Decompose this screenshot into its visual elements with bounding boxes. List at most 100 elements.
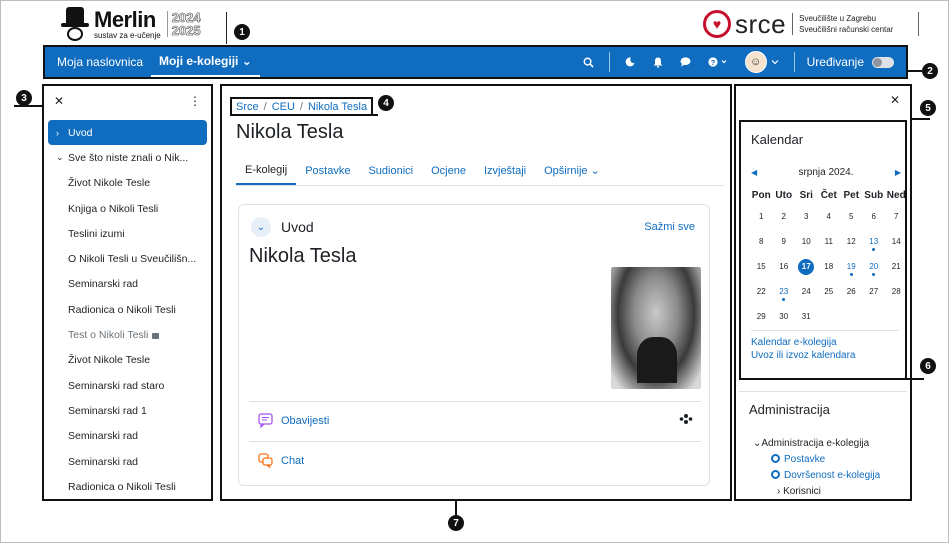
calendar-day[interactable]: 27 <box>863 279 886 304</box>
administration-tree: ⌄Administracija e-kolegija Postavke Dovr… <box>753 436 880 499</box>
breadcrumb: Srce / CEU / Nikola Tesla <box>230 97 374 116</box>
calendar-day-today[interactable]: 17 <box>795 254 818 279</box>
course-index-item[interactable]: Život Nikole Tesle <box>48 171 207 196</box>
calendar-day[interactable]: 31 <box>795 304 818 329</box>
calendar-day[interactable]: 3 <box>795 204 818 229</box>
course-index-item[interactable]: Radionica o Nikoli Tesli <box>48 297 207 322</box>
calendar-day[interactable]: 5 <box>840 204 863 229</box>
help-icon[interactable]: ? <box>706 54 730 70</box>
calendar-day[interactable]: 16 <box>773 254 796 279</box>
calendar-day-event[interactable]: 23 <box>773 279 796 304</box>
calendar-day[interactable]: 24 <box>795 279 818 304</box>
activity-announcements[interactable]: Obavijesti <box>249 401 701 439</box>
close-icon[interactable]: ✕ <box>890 93 900 107</box>
administration-block: Administracija ⌄Administracija e-kolegij… <box>739 391 907 499</box>
calendar-day-event[interactable]: 20 <box>863 254 886 279</box>
tab-reports[interactable]: Izvještaji <box>475 156 535 185</box>
collapse-all-link[interactable]: Sažmi sve <box>644 221 695 233</box>
calendar-day[interactable]: 9 <box>773 229 796 254</box>
course-index-item[interactable]: O Nikoli Tesli u Sveučilišn... <box>48 246 207 271</box>
calendar-day[interactable]: 4 <box>818 204 841 229</box>
wizard-hat-icon <box>60 5 90 43</box>
tab-more[interactable]: Opširnije ⌄ <box>535 156 609 185</box>
course-index-item[interactable]: Seminarski rad staro <box>48 373 207 398</box>
course-index-section-uvod[interactable]: › Uvod <box>48 120 207 146</box>
notifications-bell-icon[interactable] <box>650 54 666 70</box>
header-divider <box>918 12 919 36</box>
course-index-item[interactable]: Seminarski rad <box>48 424 207 449</box>
course-index-item[interactable]: Seminarski rad 1 <box>48 398 207 423</box>
calendar-day[interactable]: 28 <box>885 279 908 304</box>
more-options-icon[interactable]: ⋮ <box>189 94 201 108</box>
close-icon[interactable]: ✕ <box>54 94 64 108</box>
course-index-section[interactable]: ⌄ Sve što niste znali o Nik... <box>48 145 207 170</box>
calendar-day[interactable]: 10 <box>795 229 818 254</box>
nav-my-home[interactable]: Moja naslovnica <box>45 47 151 77</box>
partner-word: srce <box>735 8 787 39</box>
breadcrumb-link[interactable]: Nikola Tesla <box>308 101 367 113</box>
callout-badge: 1 <box>234 24 250 40</box>
calendar-day[interactable]: 21 <box>885 254 908 279</box>
tab-settings[interactable]: Postavke <box>296 156 359 185</box>
srce-logo[interactable]: ♥ srce Sveučilište u Zagrebu Sveučilišni… <box>703 8 893 40</box>
calendar-day-event[interactable]: 13 <box>863 229 886 254</box>
calendar-day[interactable]: 7 <box>885 204 908 229</box>
calendar-day[interactable]: 22 <box>750 279 773 304</box>
course-index-item[interactable]: Život Nikole Tesle <box>48 348 207 373</box>
activity-chat[interactable]: Chat <box>249 441 701 479</box>
chevron-down-icon[interactable]: ⌄ <box>251 217 271 237</box>
tab-course[interactable]: E-kolegij <box>236 156 297 185</box>
calendar-day[interactable]: 8 <box>750 229 773 254</box>
previous-month-icon[interactable]: ◀ <box>751 168 757 177</box>
calendar-weekday: Uto <box>775 189 793 201</box>
svg-text:?: ? <box>710 58 715 67</box>
course-index-item-restricted[interactable]: Test o Nikoli Tesli <box>48 322 207 347</box>
brand-name: Merlin <box>94 6 156 32</box>
admin-completion-link[interactable]: Dovršenost e-kolegija <box>767 468 880 484</box>
messages-chat-icon[interactable] <box>678 54 694 70</box>
admin-tree-root[interactable]: ⌄Administracija e-kolegija <box>753 436 880 452</box>
course-index-item[interactable]: Teslini izumi <box>48 221 207 246</box>
course-index-item[interactable]: Radionica o Nikoli Tesli <box>48 474 207 499</box>
calendar-import-export-link[interactable]: Uvoz ili izvoz kalendara <box>751 349 899 362</box>
calendar-day[interactable]: 1 <box>750 204 773 229</box>
primary-navigation: Moja naslovnica Moji e-kolegiji ⌄ ? ☺ Ur… <box>43 45 908 79</box>
course-index-item[interactable]: Seminarski rad <box>48 272 207 297</box>
calendar-day-event[interactable]: 19 <box>840 254 863 279</box>
calendar-course-link[interactable]: Kalendar e-kolegija <box>751 336 899 349</box>
calendar-grid: Pon Uto Sri Čet Pet Sub Ned 1 2 3 4 5 6 7 8 9 10 11 12 13 14… <box>750 186 908 329</box>
edit-mode-toggle[interactable] <box>872 56 894 68</box>
administration-title: Administracija <box>749 402 830 417</box>
calendar-day[interactable]: 6 <box>863 204 886 229</box>
user-menu[interactable]: ☺ <box>742 51 782 73</box>
admin-settings-link[interactable]: Postavke <box>767 452 880 468</box>
calendar-day[interactable]: 2 <box>773 204 796 229</box>
nav-my-courses[interactable]: Moji e-kolegiji ⌄ <box>151 47 260 77</box>
breadcrumb-link[interactable]: Srce <box>236 101 259 113</box>
avatar: ☺ <box>744 51 767 73</box>
calendar-day[interactable]: 18 <box>818 254 841 279</box>
tab-participants[interactable]: Sudionici <box>359 156 422 185</box>
tab-grades[interactable]: Ocjene <box>422 156 475 185</box>
admin-users-node[interactable]: › Korisnici <box>767 484 880 499</box>
calendar-day[interactable]: 29 <box>750 304 773 329</box>
calendar-day[interactable]: 30 <box>773 304 796 329</box>
calendar-day[interactable]: 15 <box>750 254 773 279</box>
dark-mode-moon-icon[interactable] <box>622 54 638 70</box>
calendar-day[interactable]: 25 <box>818 279 841 304</box>
course-index-item[interactable]: Knjiga o Nikoli Tesli <box>48 196 207 221</box>
course-index-item[interactable]: Seminarski rad <box>48 449 207 474</box>
calendar-day[interactable]: 14 <box>885 229 908 254</box>
group-mode-icon[interactable] <box>679 413 693 428</box>
calendar-week-row: 22 23 24 25 26 27 28 <box>750 279 908 304</box>
callout-badge: 4 <box>378 95 394 111</box>
calendar-day <box>863 304 886 329</box>
search-icon[interactable] <box>581 54 597 70</box>
calendar-day[interactable]: 26 <box>840 279 863 304</box>
callout-badge: 6 <box>920 358 936 374</box>
calendar-day[interactable]: 11 <box>818 229 841 254</box>
next-month-icon[interactable]: ▶ <box>895 168 901 177</box>
merlin-logo[interactable]: Merlin sustav za e-učenje 2024 2025 <box>60 4 201 44</box>
breadcrumb-link[interactable]: CEU <box>272 101 295 113</box>
calendar-day[interactable]: 12 <box>840 229 863 254</box>
